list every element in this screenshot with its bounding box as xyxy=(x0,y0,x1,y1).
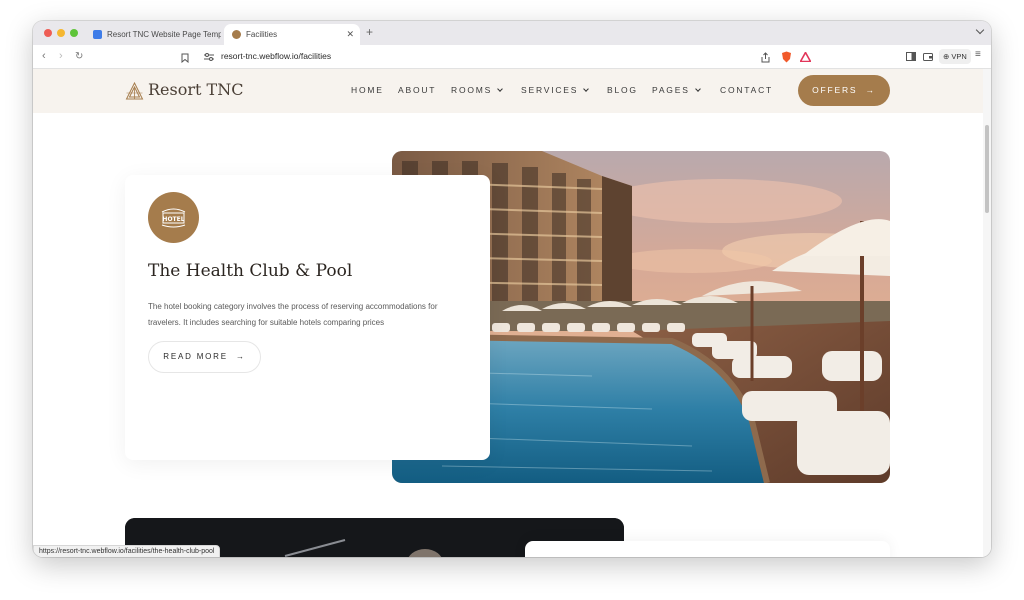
arrow-right-icon: → xyxy=(235,352,246,361)
status-bar-url: https://resort-tnc.webflow.io/facilities… xyxy=(33,545,221,557)
tab-list-chevron-icon[interactable] xyxy=(975,25,985,35)
nav-home[interactable]: HOME xyxy=(351,85,384,95)
close-window-button[interactable] xyxy=(44,29,52,37)
nav-blog[interactable]: BLOG xyxy=(607,85,638,95)
sidebar-icon[interactable] xyxy=(906,52,916,61)
tab-resort-templates[interactable]: Resort TNC Website Page Templ… xyxy=(85,24,221,45)
page-scrollbar[interactable] xyxy=(983,69,991,557)
site-favicon-icon xyxy=(232,30,241,39)
browser-window: Resort TNC Website Page Templ… Facilitie… xyxy=(33,21,991,557)
site-navbar: Resort TNC HOME ABOUT ROOMS SERVICES BLO… xyxy=(33,69,983,113)
resort-logo-icon[interactable] xyxy=(125,82,144,100)
hotel-badge-icon: HOTEL xyxy=(148,192,199,243)
globe-icon: ⊕ xyxy=(943,52,950,61)
chevron-down-icon xyxy=(497,86,503,92)
read-more-button[interactable]: READ MORE → xyxy=(148,341,261,373)
reload-icon[interactable]: ↻ xyxy=(75,51,83,62)
vpn-button[interactable]: ⊕ VPN xyxy=(939,49,971,64)
nav-label: ABOUT xyxy=(398,85,437,95)
wallet-icon[interactable] xyxy=(923,52,933,61)
close-tab-icon[interactable]: ✕ xyxy=(346,24,354,45)
brave-rewards-icon[interactable] xyxy=(800,52,811,62)
browser-toolbar: ‹ › ↻ resort-tnc.webflow.io/facilities ⊕… xyxy=(33,45,991,69)
brave-shields-icon[interactable] xyxy=(781,51,792,63)
nav-label: BLOG xyxy=(607,85,638,95)
scrollbar-thumb[interactable] xyxy=(985,125,989,213)
back-icon[interactable]: ‹ xyxy=(42,50,46,62)
address-bar[interactable]: resort-tnc.webflow.io/facilities xyxy=(181,48,823,66)
menu-icon[interactable]: ≡ xyxy=(975,49,981,60)
arrow-right-icon: → xyxy=(865,85,876,95)
maximize-window-button[interactable] xyxy=(70,29,78,37)
bookmark-icon[interactable] xyxy=(181,53,189,63)
nav-about[interactable]: ABOUT xyxy=(398,85,436,95)
chevron-down-icon xyxy=(583,86,590,92)
tab-facilities[interactable]: Facilities ✕ xyxy=(224,24,360,45)
site-logo-text[interactable]: Resort TNC xyxy=(148,80,243,99)
forward-icon[interactable]: › xyxy=(59,50,63,62)
tab-label: Facilities xyxy=(246,30,278,39)
tab-bar: Resort TNC Website Page Templ… Facilitie… xyxy=(33,21,991,45)
webflow-favicon-icon xyxy=(93,30,102,39)
url-text: resort-tnc.webflow.io/facilities xyxy=(221,51,332,61)
chevron-down-icon xyxy=(694,86,701,92)
nav-label: PAGES xyxy=(652,85,690,95)
nav-label: HOME xyxy=(351,85,384,95)
offers-label: OFFERS xyxy=(812,85,858,95)
nav-pages[interactable]: PAGES xyxy=(652,85,701,95)
facility-card: HOTEL The Health Club & Pool The hotel b… xyxy=(125,175,490,460)
read-more-label: READ MORE xyxy=(163,352,228,361)
site-settings-icon[interactable] xyxy=(204,53,214,61)
share-icon[interactable] xyxy=(761,52,770,63)
facility-description: The hotel booking category involves the … xyxy=(148,302,438,327)
facility-title[interactable]: The Health Club & Pool xyxy=(148,261,352,281)
tab-label: Resort TNC Website Page Templ… xyxy=(107,30,221,39)
nav-label: SERVICES xyxy=(521,85,579,95)
nav-label: CONTACT xyxy=(720,85,774,95)
page-viewport: Resort TNC HOME ABOUT ROOMS SERVICES BLO… xyxy=(33,69,991,557)
offers-button[interactable]: OFFERS → xyxy=(798,75,890,106)
nav-label: ROOMS xyxy=(451,85,493,95)
vpn-label: VPN xyxy=(951,52,967,61)
new-tab-button[interactable]: + xyxy=(366,25,373,39)
next-facility-card xyxy=(525,541,890,557)
nav-services[interactable]: SERVICES xyxy=(521,85,590,95)
nav-rooms[interactable]: ROOMS xyxy=(451,85,503,95)
svg-text:HOTEL: HOTEL xyxy=(162,216,184,223)
minimize-window-button[interactable] xyxy=(57,29,65,37)
nav-contact[interactable]: CONTACT xyxy=(720,85,773,95)
